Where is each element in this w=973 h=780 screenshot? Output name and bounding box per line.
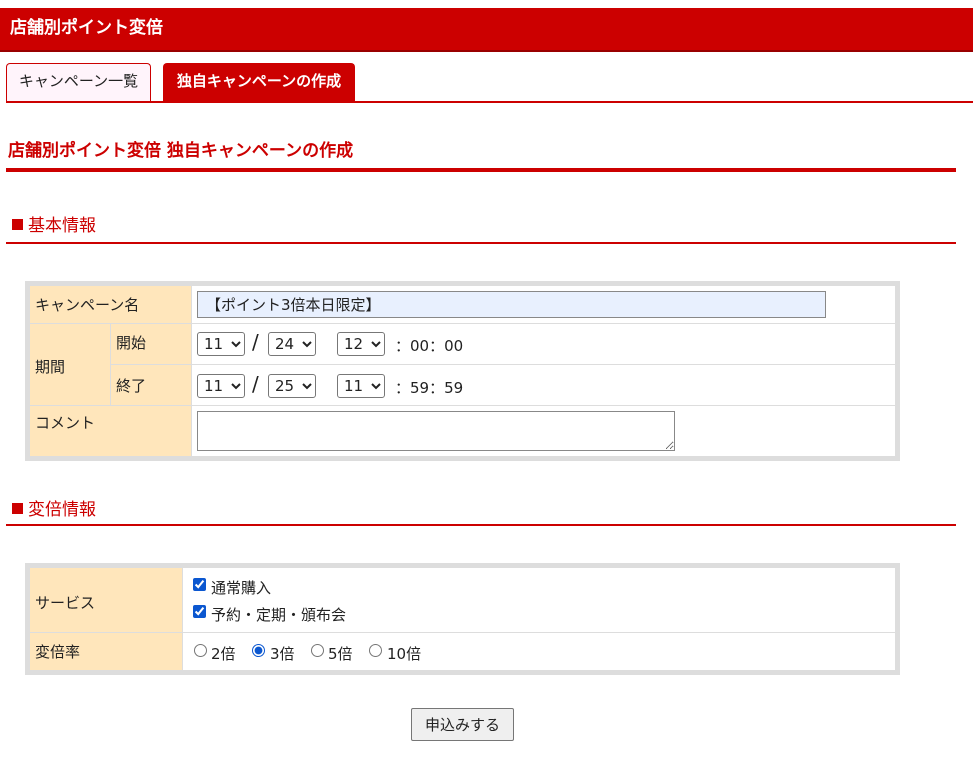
end-hour-select[interactable]: 11: [337, 374, 385, 398]
column-divider: [110, 324, 111, 405]
row-divider: [30, 323, 895, 324]
campaign-name-label: キャンペーン名: [35, 296, 140, 314]
start-month-select[interactable]: 11: [197, 332, 245, 356]
basic-info-heading: 基本情報: [12, 211, 96, 236]
end-day-select[interactable]: 25: [268, 374, 316, 398]
submit-button[interactable]: 申込みする: [411, 708, 514, 741]
app-header: 店舗別ポイント変倍: [0, 8, 973, 52]
square-bullet-icon: [12, 219, 23, 230]
service-subscription-checkbox[interactable]: [193, 605, 206, 618]
tab-campaign-list[interactable]: キャンペーン一覧: [6, 63, 151, 101]
header-title: 店舗別ポイント変倍: [10, 18, 163, 38]
date-separator: /: [252, 330, 259, 354]
column-divider: [191, 286, 192, 456]
service-subscription-label: 予約・定期・頒布会: [211, 606, 347, 624]
row-divider: [30, 405, 895, 406]
service-label: サービス: [35, 594, 96, 612]
tab-bar: キャンペーン一覧 独自キャンペーンの作成: [0, 63, 973, 103]
row-divider: [30, 632, 895, 633]
comment-label: コメント: [35, 414, 96, 432]
rate-10x-label: 10倍: [387, 645, 422, 663]
end-time-suffix: ：59：59: [395, 379, 464, 397]
rate-label: 変倍率: [35, 643, 81, 661]
rate-2x-label: 2倍: [211, 645, 236, 663]
start-label: 開始: [116, 334, 147, 352]
rate-5x-label: 5倍: [328, 645, 353, 663]
start-day-select[interactable]: 24: [268, 332, 316, 356]
tab-underline: [6, 101, 973, 103]
multiplier-info-heading: 変倍情報: [12, 495, 96, 520]
basic-info-table: キャンペーン名 期間 開始 終了 11 / 24 12 ：00：00 11 / …: [25, 281, 900, 461]
multiplier-info-table: サービス 通常購入 予約・定期・頒布会 変倍率 2倍 3倍 5倍 10倍: [25, 563, 900, 675]
campaign-name-input[interactable]: [197, 291, 826, 318]
service-regular-label: 通常購入: [211, 579, 272, 597]
column-divider: [182, 568, 183, 670]
period-label: 期間: [35, 358, 66, 376]
start-hour-select[interactable]: 12: [337, 332, 385, 356]
rate-3x-radio[interactable]: [252, 644, 265, 657]
service-regular-checkbox[interactable]: [193, 578, 206, 591]
rate-10x-radio[interactable]: [369, 644, 382, 657]
tab-create-campaign[interactable]: 独自キャンペーンの作成: [163, 63, 355, 101]
rate-5x-radio[interactable]: [311, 644, 324, 657]
square-bullet-icon: [12, 503, 23, 514]
end-month-select[interactable]: 11: [197, 374, 245, 398]
end-label: 終了: [116, 377, 147, 395]
date-separator: /: [252, 372, 259, 396]
page-title: 店舗別ポイント変倍 独自キャンペーンの作成: [8, 141, 354, 161]
comment-textarea[interactable]: [197, 411, 675, 451]
basic-info-divider: [6, 242, 956, 244]
rate-3x-label: 3倍: [270, 645, 295, 663]
multiplier-info-divider: [6, 524, 956, 526]
rate-2x-radio[interactable]: [194, 644, 207, 657]
start-time-suffix: ：00：00: [395, 337, 464, 355]
page-title-divider: [6, 168, 956, 172]
row-divider: [110, 364, 895, 365]
